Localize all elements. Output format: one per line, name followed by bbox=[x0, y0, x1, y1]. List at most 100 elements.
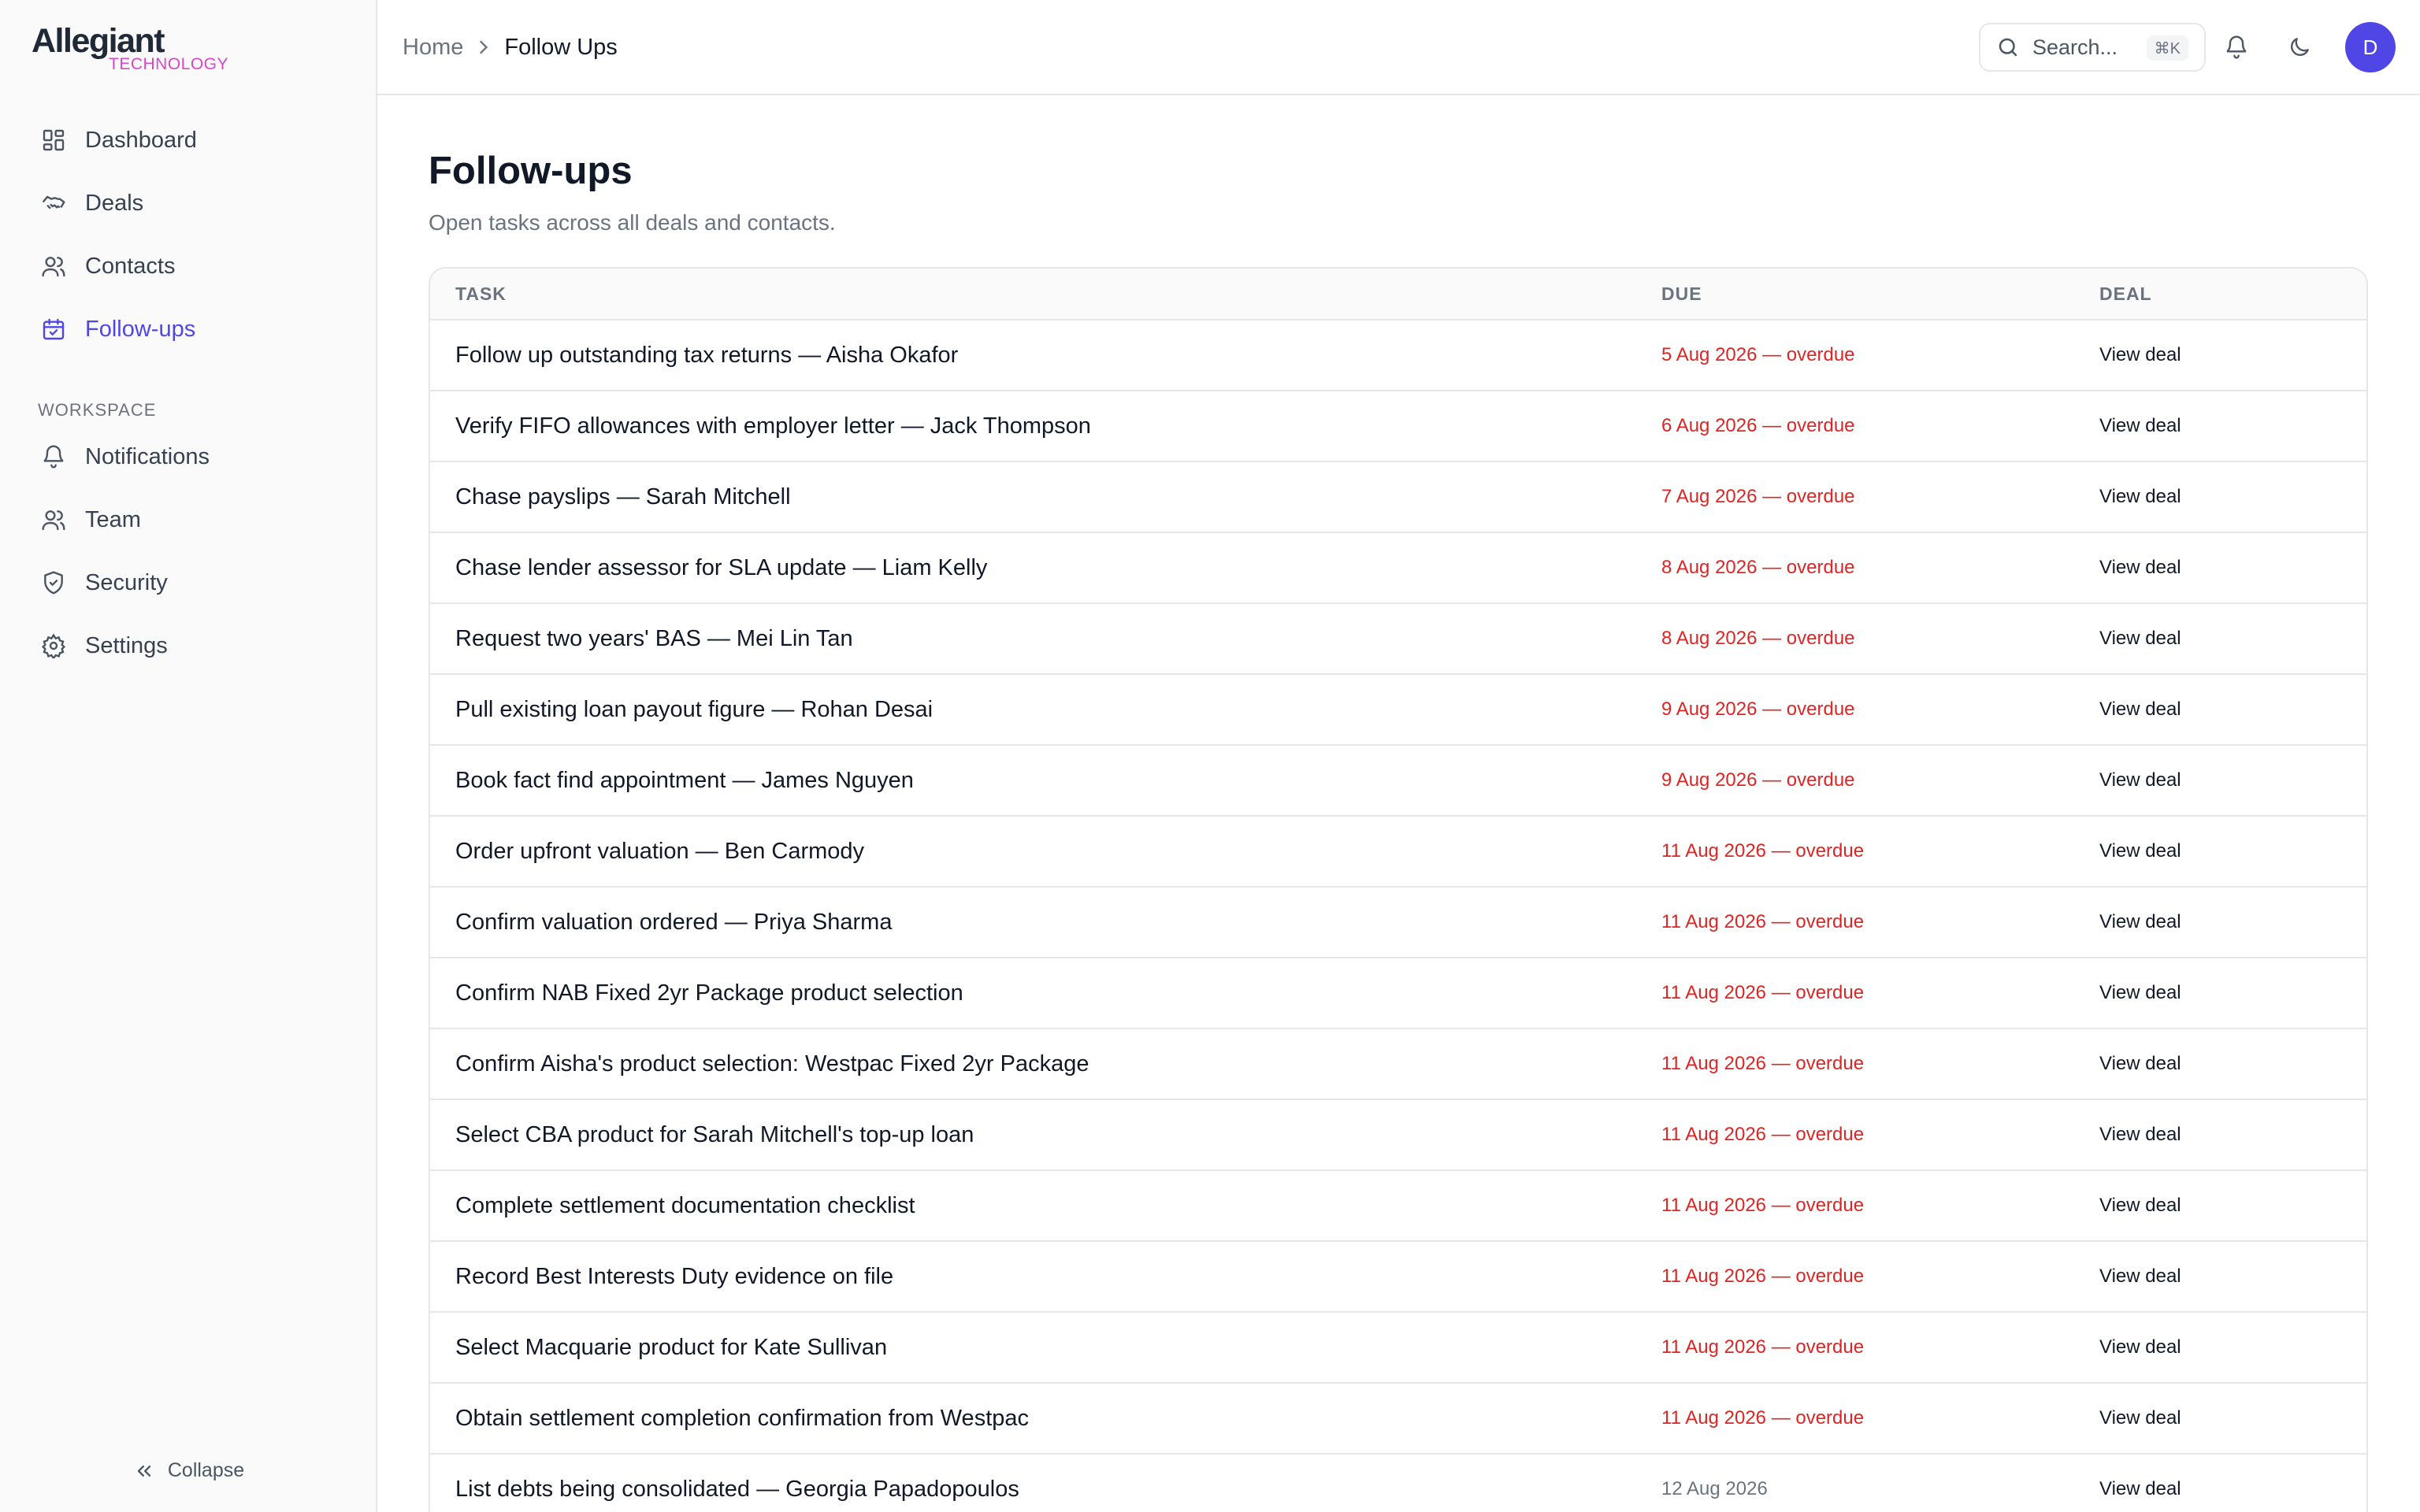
sidebar-item-contacts[interactable]: Contacts bbox=[25, 235, 356, 298]
deal-cell: View deal bbox=[2099, 769, 2336, 791]
view-deal-link[interactable]: View deal bbox=[2099, 1478, 2181, 1499]
sidebar-item-settings[interactable]: Settings bbox=[25, 614, 356, 677]
view-deal-link[interactable]: View deal bbox=[2099, 699, 2181, 720]
table-row[interactable]: Chase lender assessor for SLA update — L… bbox=[430, 533, 2366, 604]
task-cell: Pull existing loan payout figure — Rohan… bbox=[455, 696, 933, 722]
sidebar-item-label: Settings bbox=[85, 632, 168, 658]
sidebar-item-deals[interactable]: Deals bbox=[25, 172, 356, 235]
brand-name: Allegiant bbox=[32, 22, 165, 60]
view-deal-link[interactable]: View deal bbox=[2099, 1053, 2181, 1074]
table-row[interactable]: Select Macquarie product for Kate Sulliv… bbox=[430, 1313, 2366, 1384]
view-deal-link[interactable]: View deal bbox=[2099, 1266, 2181, 1287]
task-cell: Confirm valuation ordered — Priya Sharma bbox=[455, 909, 893, 935]
breadcrumb: Home Follow Ups bbox=[403, 0, 618, 94]
task-cell: Request two years' BAS — Mei Lin Tan bbox=[455, 625, 853, 651]
table-row[interactable]: Order upfront valuation — Ben Carmody 11 … bbox=[430, 817, 2366, 888]
sidebar-item-security[interactable]: Security bbox=[25, 551, 356, 614]
search-shortcut-badge: ⌘K bbox=[2146, 35, 2188, 61]
table-row[interactable]: Select CBA product for Sarah Mitchell's … bbox=[430, 1100, 2366, 1171]
collapse-label: Collapse bbox=[167, 1459, 245, 1481]
view-deal-link[interactable]: View deal bbox=[2099, 1124, 2181, 1145]
table-row[interactable]: Request two years' BAS — Mei Lin Tan 8 Au… bbox=[430, 604, 2366, 675]
follow-ups-table: TASK DUE DEAL Follow up outstanding tax … bbox=[429, 267, 2368, 1512]
table-row[interactable]: Chase payslips — Sarah Mitchell 7 Aug 202… bbox=[430, 462, 2366, 533]
collapse-button[interactable]: Collapse bbox=[0, 1459, 377, 1482]
view-deal-link[interactable]: View deal bbox=[2099, 628, 2181, 649]
search-box[interactable]: ⌘K bbox=[1979, 23, 2206, 72]
sidebar-item-follow-ups[interactable]: Follow-ups bbox=[25, 298, 356, 361]
brand-logo[interactable]: Allegiant TECHNOLOGY bbox=[32, 22, 228, 73]
due-cell: 8 Aug 2026 — overdue bbox=[1661, 557, 1855, 578]
sidebar-item-label: Deals bbox=[85, 190, 144, 216]
table-row[interactable]: Confirm NAB Fixed 2yr Package product se… bbox=[430, 958, 2366, 1029]
table-row[interactable]: Obtain settlement completion confirmatio… bbox=[430, 1384, 2366, 1455]
shield-icon bbox=[41, 570, 66, 595]
sidebar-item-label: Security bbox=[85, 569, 168, 595]
main-area: Home Follow Ups ⌘K bbox=[377, 0, 2420, 1512]
gear-icon bbox=[41, 633, 66, 658]
chevrons-left-icon bbox=[133, 1460, 155, 1482]
table-row[interactable]: Pull existing loan payout figure — Rohan… bbox=[430, 675, 2366, 746]
task-cell: Book fact find appointment — James Nguye… bbox=[455, 767, 914, 793]
view-deal-link[interactable]: View deal bbox=[2099, 769, 2181, 791]
task-cell: Chase lender assessor for SLA update — L… bbox=[455, 554, 988, 580]
table-row[interactable]: Confirm valuation ordered — Priya Sharma… bbox=[430, 888, 2366, 958]
due-cell: 11 Aug 2026 — overdue bbox=[1661, 1407, 1865, 1429]
deal-cell: View deal bbox=[2099, 1336, 2336, 1358]
table-row[interactable]: Complete settlement documentation checkl… bbox=[430, 1171, 2366, 1242]
table-row[interactable]: Book fact find appointment — James Nguye… bbox=[430, 746, 2366, 817]
sidebar-item-notifications[interactable]: Notifications bbox=[25, 425, 356, 488]
view-deal-link[interactable]: View deal bbox=[2099, 486, 2181, 507]
sidebar-item-label: Follow-ups bbox=[85, 316, 196, 342]
table-row[interactable]: Verify FIFO allowances with employer let… bbox=[430, 391, 2366, 462]
task-cell: Complete settlement documentation checkl… bbox=[455, 1192, 915, 1218]
table-row[interactable]: Record Best Interests Duty evidence on f… bbox=[430, 1242, 2366, 1313]
due-cell: 11 Aug 2026 — overdue bbox=[1661, 1124, 1865, 1145]
deal-cell: View deal bbox=[2099, 911, 2336, 933]
breadcrumb-home[interactable]: Home bbox=[403, 35, 463, 61]
table-row[interactable]: Confirm Aisha's product selection: Westp… bbox=[430, 1029, 2366, 1100]
view-deal-link[interactable]: View deal bbox=[2099, 415, 2181, 436]
view-deal-link[interactable]: View deal bbox=[2099, 1195, 2181, 1216]
due-cell: 9 Aug 2026 — overdue bbox=[1661, 769, 1855, 791]
due-cell: 12 Aug 2026 bbox=[1661, 1478, 1768, 1499]
due-cell: 11 Aug 2026 — overdue bbox=[1661, 840, 1865, 862]
task-cell: Select Macquarie product for Kate Sulliv… bbox=[455, 1334, 888, 1360]
handshake-icon bbox=[41, 191, 66, 216]
column-header-due: DUE bbox=[1661, 283, 1702, 304]
sidebar-item-dashboard[interactable]: Dashboard bbox=[25, 109, 356, 172]
table-header: TASK DUE DEAL bbox=[430, 269, 2366, 321]
deal-cell: View deal bbox=[2099, 344, 2336, 366]
view-deal-link[interactable]: View deal bbox=[2099, 840, 2181, 862]
bell-icon bbox=[2224, 35, 2249, 60]
search-icon bbox=[1996, 35, 2020, 59]
view-deal-link[interactable]: View deal bbox=[2099, 1407, 2181, 1429]
sidebar-item-label: Dashboard bbox=[85, 127, 197, 153]
view-deal-link[interactable]: View deal bbox=[2099, 911, 2181, 932]
avatar[interactable]: D bbox=[2345, 22, 2396, 72]
view-deal-link[interactable]: View deal bbox=[2099, 557, 2181, 578]
due-cell: 11 Aug 2026 — overdue bbox=[1661, 1266, 1865, 1287]
search-input[interactable] bbox=[2032, 35, 2151, 60]
view-deal-link[interactable]: View deal bbox=[2099, 1336, 2181, 1358]
sidebar-item-label: Contacts bbox=[85, 253, 176, 279]
calendar-check-icon bbox=[41, 317, 66, 342]
due-cell: 11 Aug 2026 — overdue bbox=[1661, 982, 1865, 1003]
view-deal-link[interactable]: View deal bbox=[2099, 982, 2181, 1003]
task-cell: Order upfront valuation — Ben Carmody bbox=[455, 838, 865, 864]
table-row[interactable]: List debts being consolidated — Georgia … bbox=[430, 1455, 2366, 1512]
view-deal-link[interactable]: View deal bbox=[2099, 344, 2181, 365]
due-cell: 9 Aug 2026 — overdue bbox=[1661, 699, 1855, 720]
task-cell: List debts being consolidated — Georgia … bbox=[455, 1476, 1019, 1502]
sidebar-item-team[interactable]: Team bbox=[25, 488, 356, 551]
deal-cell: View deal bbox=[2099, 1195, 2336, 1217]
notifications-button[interactable] bbox=[2221, 32, 2252, 63]
deal-cell: View deal bbox=[2099, 982, 2336, 1004]
deal-cell: View deal bbox=[2099, 415, 2336, 437]
dashboard-icon bbox=[41, 128, 66, 153]
deal-cell: View deal bbox=[2099, 1124, 2336, 1146]
theme-toggle-button[interactable] bbox=[2284, 32, 2315, 63]
task-cell: Follow up outstanding tax returns — Aish… bbox=[455, 342, 959, 368]
table-row[interactable]: Follow up outstanding tax returns — Aish… bbox=[430, 321, 2366, 391]
deal-cell: View deal bbox=[2099, 557, 2336, 579]
